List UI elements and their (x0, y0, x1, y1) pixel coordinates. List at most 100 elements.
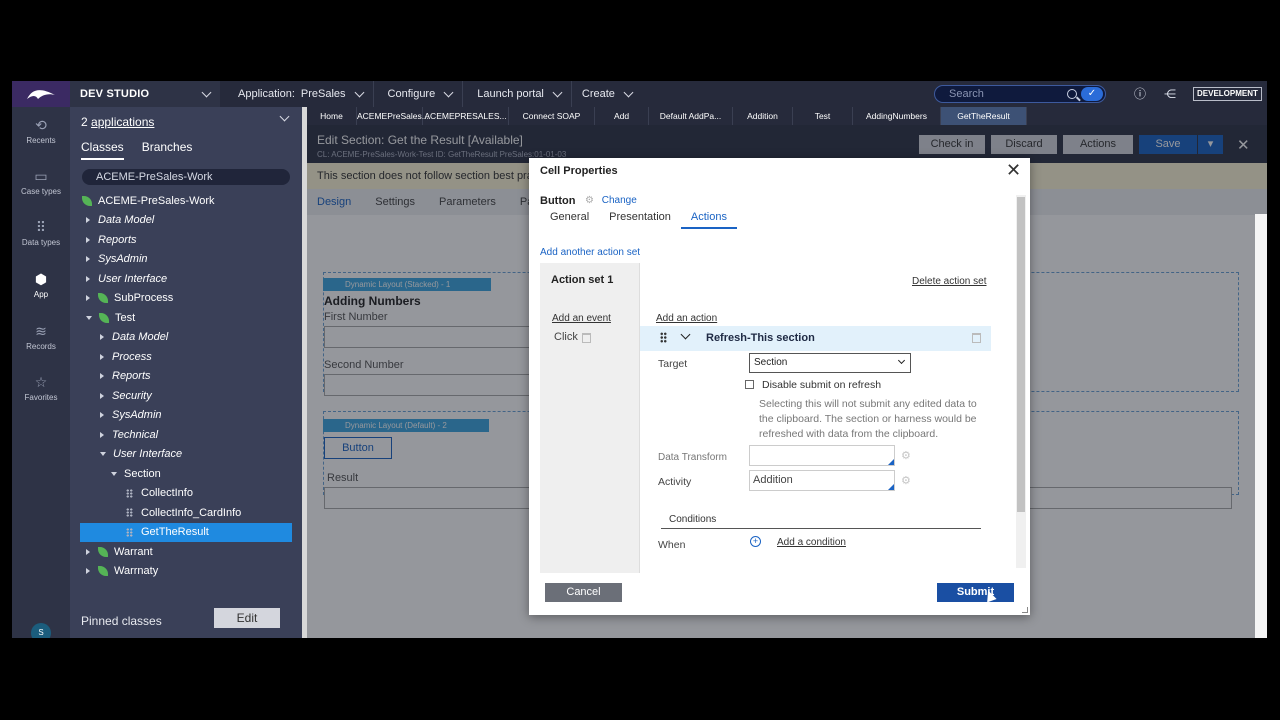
main-scrollbar[interactable] (1255, 214, 1267, 638)
delete-action-set-link[interactable]: Delete action set (912, 276, 987, 287)
rail-item-records[interactable]: ≋ Records (12, 323, 70, 351)
action-set-title: Action set 1 (551, 274, 614, 286)
close-icon[interactable]: ✕ (1006, 161, 1021, 179)
collapse-arrow-icon[interactable] (111, 471, 117, 476)
add-circle-icon[interactable]: + (750, 536, 761, 547)
pega-logo-icon[interactable] (12, 81, 70, 107)
cancel-button[interactable]: Cancel (545, 583, 622, 602)
application-menu[interactable]: Application: PreSales (220, 81, 374, 107)
tree-item[interactable]: Test (70, 308, 302, 328)
scrollbar-thumb[interactable] (1017, 197, 1025, 512)
collapse-arrow-icon[interactable] (86, 315, 92, 320)
document-tab[interactable]: ACEMEPreSales... (357, 107, 429, 125)
document-tab[interactable]: AddingNumbers (853, 107, 941, 125)
collapse-arrow-icon[interactable] (100, 452, 106, 457)
tree-item[interactable]: SubProcess (70, 289, 302, 309)
expand-arrow-icon[interactable] (86, 217, 90, 224)
chevron-down-icon[interactable] (680, 329, 691, 340)
tree-item[interactable]: Reports (70, 230, 302, 250)
change-control-link[interactable]: ⚙ Change (585, 195, 637, 206)
studio-switcher[interactable]: DEV STUDIO (70, 81, 220, 107)
document-tab[interactable]: Home (307, 107, 357, 125)
document-tab[interactable]: ACEMEPRESALES... (423, 107, 509, 125)
rail-item-app[interactable]: ⬢ App (12, 271, 70, 299)
document-tab[interactable]: Connect SOAP (509, 107, 595, 125)
expand-arrow-icon[interactable] (100, 392, 104, 399)
tab-presentation[interactable]: Presentation (599, 211, 681, 229)
launch-portal-menu[interactable]: Launch portal (463, 81, 572, 107)
avatar[interactable]: S (31, 623, 51, 638)
action-row-header[interactable]: Refresh-This section (640, 326, 991, 351)
modal-scrollbar[interactable] (1016, 195, 1026, 568)
document-tab[interactable]: Default AddPa... (649, 107, 733, 125)
tree-item[interactable]: Section (70, 464, 302, 484)
resize-handle-icon[interactable] (1022, 607, 1028, 613)
checkmark-icon[interactable]: ✓ (1081, 87, 1103, 101)
tree-item[interactable]: Data Model (70, 328, 302, 348)
tree-item[interactable]: ACEME-PreSales-Work (70, 191, 302, 211)
add-event-link[interactable]: Add an event (552, 313, 611, 324)
trash-icon[interactable] (972, 333, 981, 343)
expand-arrow-icon[interactable] (100, 353, 104, 360)
tab-actions[interactable]: Actions (680, 211, 737, 229)
gear-icon[interactable]: ⚙ (901, 449, 911, 462)
help-icon[interactable]: ⓘ (1132, 86, 1148, 102)
expand-arrow-icon[interactable] (86, 568, 90, 575)
activity-input[interactable]: Addition (749, 470, 895, 491)
chevron-down-icon[interactable] (279, 111, 290, 122)
drag-handle-icon[interactable] (660, 332, 667, 343)
configure-menu[interactable]: Configure (374, 81, 464, 107)
document-tab[interactable]: GetTheResult (941, 107, 1027, 125)
tree-item[interactable]: CollectInfo (70, 484, 302, 504)
expand-arrow-icon[interactable] (86, 275, 90, 282)
expand-arrow-icon[interactable] (86, 256, 90, 263)
applications-link[interactable]: applications (91, 115, 154, 129)
document-tab[interactable]: Add (595, 107, 649, 125)
tree-item[interactable]: Security (70, 386, 302, 406)
expand-arrow-icon[interactable] (86, 236, 90, 243)
expand-arrow-icon[interactable] (100, 373, 104, 380)
tree-item[interactable]: CollectInfo_CardInfo (70, 503, 302, 523)
expand-arrow-icon[interactable] (86, 295, 90, 302)
expand-arrow-icon[interactable] (100, 334, 104, 341)
add-action-set-link[interactable]: Add another action set (540, 247, 640, 258)
rail-item-case-types[interactable]: ▭ Case types (12, 168, 70, 196)
tree-item[interactable]: SysAdmin (70, 250, 302, 270)
tree-item[interactable]: Technical (70, 425, 302, 445)
search-input[interactable]: Search ✓ (934, 85, 1106, 103)
document-tab[interactable]: Addition (733, 107, 793, 125)
expand-arrow-icon[interactable] (100, 412, 104, 419)
rail-item-data-types[interactable]: ⠿ Data types (12, 219, 70, 247)
tab-classes[interactable]: Classes (81, 140, 124, 160)
expand-arrow-icon[interactable] (86, 548, 90, 555)
data-transform-input[interactable] (749, 445, 895, 466)
tree-item[interactable]: User Interface (70, 269, 302, 289)
tree-item[interactable]: Process (70, 347, 302, 367)
class-filter-input[interactable]: ACEME-PreSales-Work (82, 169, 290, 185)
search-icon[interactable] (1067, 89, 1077, 99)
create-menu[interactable]: Create (572, 81, 642, 107)
tab-branches[interactable]: Branches (142, 140, 193, 160)
add-condition-link[interactable]: Add a condition (777, 537, 846, 548)
target-select[interactable]: Section (749, 353, 911, 373)
disable-submit-checkbox[interactable] (745, 380, 754, 389)
add-action-link[interactable]: Add an action (656, 313, 717, 324)
rail-item-recents[interactable]: ⟲ Recents (12, 117, 70, 145)
tree-item-selected[interactable]: GetTheResult (80, 522, 292, 542)
expand-arrow-icon[interactable] (100, 431, 104, 438)
tree-item[interactable]: Warrant (70, 542, 302, 562)
agile-workbench-icon[interactable]: ⋲ (1162, 86, 1178, 102)
tab-general[interactable]: General (540, 211, 599, 229)
edit-pinned-button[interactable]: Edit (214, 608, 280, 628)
app-cube-icon: ⬢ (34, 271, 48, 287)
trash-icon[interactable] (582, 333, 591, 343)
tree-item[interactable]: Warrnaty (70, 562, 302, 582)
submit-button[interactable]: Submit (937, 583, 1014, 602)
rail-item-favorites[interactable]: ☆ Favorites (12, 374, 70, 402)
tree-item[interactable]: User Interface (70, 445, 302, 465)
gear-icon[interactable]: ⚙ (901, 474, 911, 487)
tree-item[interactable]: SysAdmin (70, 406, 302, 426)
tree-item[interactable]: Data Model (70, 211, 302, 231)
tree-item[interactable]: Reports (70, 367, 302, 387)
document-tab[interactable]: Test (793, 107, 853, 125)
